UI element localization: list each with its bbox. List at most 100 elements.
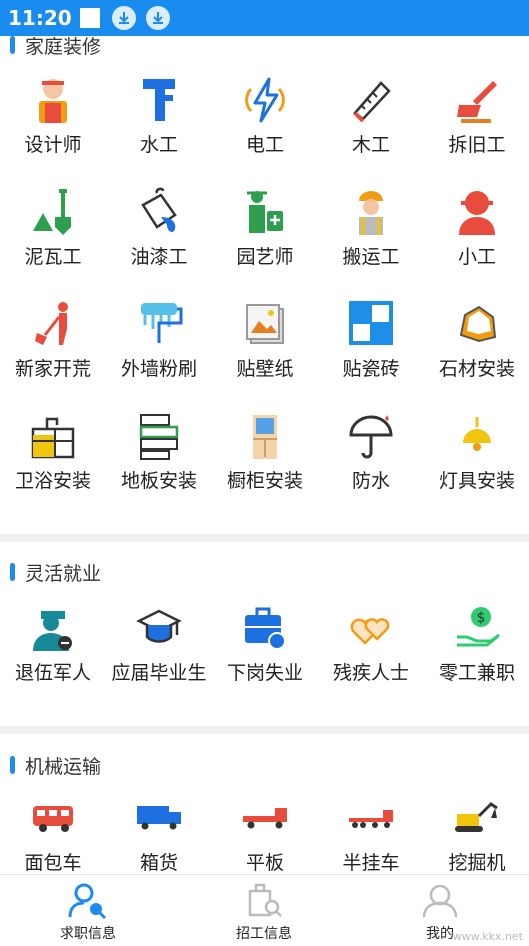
category-label: 石材安装 — [438, 358, 515, 380]
category-floor[interactable]: 地板安装 — [106, 410, 212, 510]
category-wall-paint[interactable]: 外墙粉刷 — [106, 298, 212, 398]
bottom-tab-bar: 求职信息 招工信息 我的 www.kkx.net — [0, 874, 529, 945]
category-bathroom[interactable]: 卫浴安装 — [0, 410, 106, 510]
category-van[interactable]: 面包车 — [0, 792, 106, 874]
category-label: 应届毕业生 — [111, 662, 207, 684]
designer-icon — [25, 74, 81, 126]
category-stone[interactable]: 石材安装 — [424, 298, 529, 398]
category-demolition[interactable]: 拆旧工 — [424, 74, 529, 174]
category-label: 地板安装 — [120, 470, 197, 492]
section-bar — [10, 36, 15, 54]
category-helper[interactable]: 小工 — [424, 186, 529, 286]
saw-icon — [343, 74, 399, 126]
category-label: 园艺师 — [236, 246, 294, 268]
section-header-flex: 灵活就业 — [0, 557, 529, 587]
tab-label: 招工信息 — [236, 926, 292, 942]
sweeping-icon — [25, 298, 81, 350]
category-label: 橱柜安装 — [226, 470, 303, 492]
category-disabled[interactable]: 残疾人士 — [318, 602, 424, 702]
category-label: 贴瓷砖 — [342, 358, 400, 380]
category-cabinet[interactable]: 橱柜安装 — [212, 410, 318, 510]
roller-icon — [131, 298, 187, 350]
category-label: 油漆工 — [130, 246, 188, 268]
category-label: 贴壁纸 — [236, 358, 294, 380]
lamp-icon — [449, 410, 505, 462]
section-divider — [0, 534, 529, 542]
hearts-icon — [343, 602, 399, 654]
category-unemployed[interactable]: 下岗失业 — [212, 602, 318, 702]
category-label: 小工 — [457, 246, 496, 268]
category-label: 防水 — [351, 470, 390, 492]
main-content: 家庭装修 设计师 水工 电工 木工 拆旧工 泥瓦工 油漆工 园艺师 搬运工 小工… — [0, 36, 529, 874]
category-cleaning[interactable]: 新家开荒 — [0, 298, 106, 398]
hammer-icon — [449, 74, 505, 126]
worker-icon — [343, 186, 399, 238]
category-painter[interactable]: 油漆工 — [106, 186, 212, 286]
notification-icon — [79, 8, 100, 28]
user-icon — [422, 884, 458, 918]
category-plumber[interactable]: 水工 — [106, 74, 212, 174]
category-designer[interactable]: 设计师 — [0, 74, 106, 174]
category-label: 电工 — [245, 134, 284, 156]
section-divider — [0, 726, 529, 734]
tab-job-seek[interactable]: 求职信息 — [0, 875, 176, 946]
section-title: 灵活就业 — [25, 562, 102, 585]
section-bar — [10, 563, 15, 581]
category-electrician[interactable]: 电工 — [212, 74, 318, 174]
user-search-icon — [68, 883, 107, 919]
stone-icon — [449, 298, 505, 350]
van-icon — [25, 792, 81, 844]
category-graduate[interactable]: 应届毕业生 — [106, 602, 212, 702]
flatbed-truck-icon — [237, 792, 293, 844]
briefcase-icon — [237, 602, 293, 654]
category-label: 残疾人士 — [332, 662, 409, 684]
person-icon — [449, 186, 505, 238]
category-label: 零工兼职 — [438, 662, 515, 684]
tab-recruit[interactable]: 招工信息 — [176, 875, 352, 946]
section-title: 机械运输 — [25, 755, 102, 778]
category-carpenter[interactable]: 木工 — [318, 74, 424, 174]
category-box-truck[interactable]: 箱货 — [106, 792, 212, 874]
category-label: 下岗失业 — [226, 662, 303, 684]
lightning-icon — [237, 74, 293, 126]
category-veteran[interactable]: 退伍军人 — [0, 602, 106, 702]
shovel-icon — [25, 186, 81, 238]
category-label: 退伍军人 — [14, 662, 91, 684]
graduation-cap-icon — [131, 602, 187, 654]
bathroom-icon — [25, 410, 81, 462]
download-icon — [111, 6, 136, 30]
category-wallpaper[interactable]: 贴壁纸 — [212, 298, 318, 398]
category-label: 水工 — [139, 134, 178, 156]
tile-icon — [343, 298, 399, 350]
category-label: 搬运工 — [342, 246, 400, 268]
tab-label: 我的 — [426, 926, 454, 942]
category-lighting[interactable]: 灯具安装 — [424, 410, 529, 510]
tab-label: 求职信息 — [60, 926, 116, 942]
section-title: 家庭装修 — [25, 36, 102, 58]
section-header-home: 家庭装修 — [0, 36, 529, 60]
picture-icon — [237, 298, 293, 350]
gardener-icon — [237, 186, 293, 238]
umbrella-icon — [343, 410, 399, 462]
category-tile[interactable]: 贴瓷砖 — [318, 298, 424, 398]
category-excavator[interactable]: 挖掘机 — [424, 792, 529, 874]
section-bar — [10, 756, 15, 774]
plumber-icon — [131, 74, 187, 126]
category-mover[interactable]: 搬运工 — [318, 186, 424, 286]
building-search-icon — [248, 883, 282, 917]
cabinet-icon — [237, 410, 293, 462]
category-flatbed[interactable]: 平板 — [212, 792, 318, 874]
category-mason[interactable]: 泥瓦工 — [0, 186, 106, 286]
category-waterproof[interactable]: 防水 — [318, 410, 424, 510]
status-bar: 11:20 — [0, 0, 529, 36]
category-label: 拆旧工 — [448, 134, 506, 156]
category-semi-trailer[interactable]: 半挂车 — [318, 792, 424, 874]
floor-icon — [131, 410, 187, 462]
category-part-time[interactable]: $ 零工兼职 — [424, 602, 529, 702]
category-label: 新家开荒 — [14, 358, 91, 380]
category-gardener[interactable]: 园艺师 — [212, 186, 318, 286]
semi-trailer-icon — [343, 792, 399, 844]
soldier-icon — [25, 602, 81, 654]
category-label: 泥瓦工 — [24, 246, 82, 268]
status-time: 11:20 — [8, 6, 72, 30]
